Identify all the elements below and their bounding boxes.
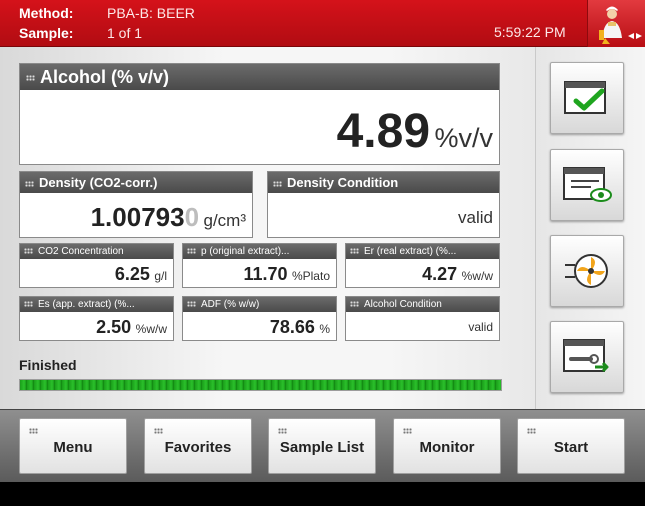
result-panel-title-bar: p (original extract)... (183, 244, 336, 259)
method-label: Method: (19, 5, 74, 21)
result-unit: % (319, 322, 330, 336)
result-panel-title-bar: Es (app. extract) (%... (20, 297, 173, 312)
grip-icon (187, 301, 196, 308)
density-reading: 1.007930 g/cm³ (91, 202, 246, 233)
method-value: PBA-B: BEER (107, 5, 195, 21)
result-panel-app-extract: Es (app. extract) (%... 2.50 %w/w (19, 296, 174, 341)
grip-icon (26, 75, 35, 82)
alcohol-unit: %v/v (434, 123, 493, 153)
menu-button-label: Menu (53, 439, 93, 456)
menu-button[interactable]: Menu (19, 418, 127, 474)
grip-icon (25, 180, 34, 187)
grip-icon (350, 301, 359, 308)
result-value: 2.50 (96, 317, 132, 337)
monitor-button[interactable]: Monitor (393, 418, 501, 474)
tools-button[interactable] (550, 321, 624, 393)
result-reading: 78.66 % (270, 317, 330, 338)
grip-icon (403, 428, 412, 434)
start-button[interactable]: Start (517, 418, 625, 474)
density-title: Density (CO2-corr.) (39, 175, 158, 190)
grip-icon (273, 180, 282, 187)
sample-list-button[interactable]: Sample List (268, 418, 376, 474)
alcohol-title: Alcohol (% v/v) (40, 67, 170, 87)
progress-label: Finished (19, 357, 77, 373)
method-row: Method: PBA-B: BEER (19, 3, 195, 23)
view-icon (563, 167, 612, 202)
fan-icon (565, 254, 608, 288)
result-value: 6.25 (114, 264, 150, 284)
clock: 5:59:22 PM (494, 24, 566, 40)
result-unit: g/l (154, 269, 167, 283)
grip-icon (24, 301, 33, 308)
grip-icon (154, 428, 163, 434)
favorites-button-label: Favorites (164, 439, 232, 456)
grip-icon (527, 428, 536, 434)
alcohol-panel-title-bar: Alcohol (% v/v) (20, 64, 499, 90)
density-unit: g/cm³ (203, 211, 247, 230)
result-unit: %w/w (461, 269, 493, 283)
screen-border (0, 482, 645, 506)
start-button-label: Start (553, 439, 589, 456)
result-panel-real-extract: Er (real extract) (%... 4.27 %w/w (345, 243, 500, 288)
result-reading: 2.50 %w/w (96, 317, 167, 338)
result-panel-title-bar: Alcohol Condition (346, 297, 499, 312)
result-reading: 4.27 %w/w (422, 264, 493, 285)
grip-icon (29, 428, 38, 434)
result-title: Er (real extract) (%... (364, 246, 457, 257)
result-title: Es (app. extract) (%... (38, 299, 135, 310)
sample-label: Sample: (19, 25, 74, 41)
grip-icon (24, 248, 33, 255)
header-bar: Method: PBA-B: BEER Sample: 1 of 1 5:59:22… (0, 0, 645, 47)
check-icon (564, 81, 606, 114)
result-title: p (original extract)... (201, 246, 290, 257)
user-button[interactable] (587, 0, 645, 47)
density-condition-panel: Density Condition valid (267, 171, 500, 238)
result-value: 4.27 (422, 264, 458, 284)
density-panel-title-bar: Density (CO2-corr.) (20, 172, 252, 193)
user-icon (599, 6, 642, 44)
result-panel-title-bar: CO2 Concentration (20, 244, 173, 259)
result-panel-title-bar: Er (real extract) (%... (346, 244, 499, 259)
progress-bar (19, 379, 502, 391)
view-button[interactable] (550, 149, 624, 221)
result-title: Alcohol Condition (364, 299, 442, 310)
alcohol-panel: Alcohol (% v/v) 4.89 %v/v (19, 63, 500, 165)
result-panel-alcohol-condition: Alcohol Condition valid (345, 296, 500, 341)
accept-button[interactable] (550, 62, 624, 134)
result-value: valid (468, 320, 493, 334)
sample-value: 1 of 1 (107, 25, 143, 41)
grip-icon (187, 248, 196, 255)
result-panel-original-extract: p (original extract)... 11.70 %Plato (182, 243, 337, 288)
result-reading: 6.25 g/l (115, 264, 167, 285)
result-title: ADF (% w/w) (201, 299, 260, 310)
result-value: 78.66 (269, 317, 315, 337)
result-title: CO2 Concentration (38, 246, 124, 257)
result-panel-title-bar: ADF (% w/w) (183, 297, 336, 312)
density-condition-value: valid (458, 208, 493, 227)
grip-icon (278, 428, 287, 434)
fan-button[interactable] (550, 235, 624, 307)
result-panel-adf: ADF (% w/w) 78.66 % (182, 296, 337, 341)
density-value: 1.00793 (90, 202, 185, 232)
progress-fill (20, 380, 501, 390)
grip-icon (350, 248, 359, 255)
sample-list-button-label: Sample List (279, 439, 365, 456)
result-panel-co2: CO2 Concentration 6.25 g/l (19, 243, 174, 288)
density-condition-title-bar: Density Condition (268, 172, 499, 193)
monitor-button-label: Monitor (419, 439, 475, 456)
density-panel: Density (CO2-corr.) 1.007930 g/cm³ (19, 171, 253, 238)
density-condition-title: Density Condition (287, 175, 399, 190)
result-reading: 11.70 %Plato (243, 264, 330, 285)
tool-icon (563, 339, 609, 373)
result-unit: %Plato (291, 269, 330, 283)
alcohol-reading: 4.89 %v/v (337, 104, 493, 159)
alcohol-value: 4.89 (336, 105, 431, 158)
sample-row: Sample: 1 of 1 (19, 23, 142, 43)
result-value: 11.70 (243, 264, 288, 284)
result-unit: %w/w (135, 322, 167, 336)
density-value-ghost-digit: 0 (184, 202, 200, 232)
favorites-button[interactable]: Favorites (144, 418, 252, 474)
